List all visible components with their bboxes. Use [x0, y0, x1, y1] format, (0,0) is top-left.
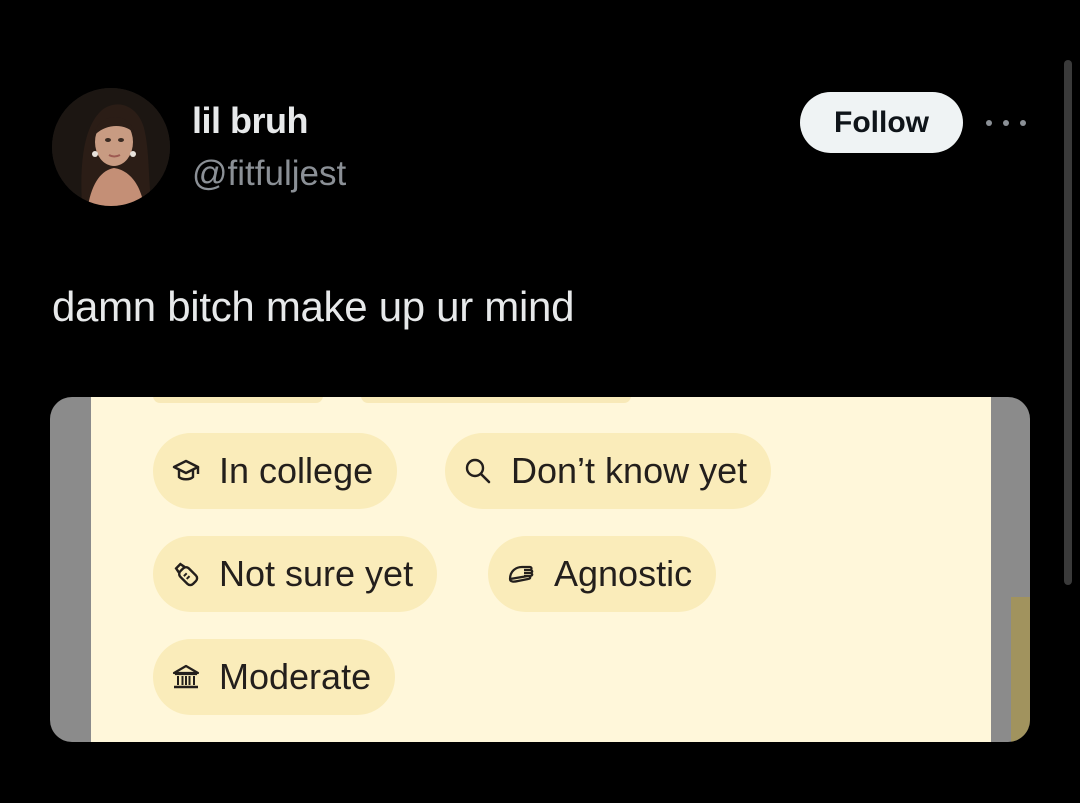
magnifier-icon — [463, 456, 493, 486]
baby-bottle-icon — [171, 559, 201, 589]
avatar-photo — [52, 88, 170, 206]
cut-off-chip — [361, 397, 631, 403]
scrollbar[interactable] — [1064, 60, 1072, 585]
chip-looking-for: Don’t know yet — [445, 433, 772, 509]
dot — [1003, 120, 1009, 126]
post-text: damn bitch make up ur mind — [52, 283, 575, 330]
more-options-icon[interactable] — [986, 108, 1026, 138]
adjacent-card-edge — [1011, 597, 1030, 742]
chip-label: Don’t know yet — [511, 450, 748, 491]
chip-label: Agnostic — [554, 553, 693, 594]
chip-label: In college — [219, 450, 374, 491]
avatar[interactable] — [52, 88, 170, 206]
follow-button[interactable]: Follow — [800, 92, 963, 153]
chip-label: Moderate — [219, 656, 372, 697]
dot — [986, 120, 992, 126]
government-building-icon — [171, 662, 201, 692]
tweet-view: lil bruh @fitfuljest Follow damn bitch m… — [0, 0, 1080, 803]
praying-hands-icon — [506, 559, 536, 589]
display-name[interactable]: lil bruh — [192, 100, 309, 142]
chip-politics: Moderate — [153, 639, 396, 715]
dot — [1020, 120, 1026, 126]
chip-family-plans: Not sure yet — [153, 536, 438, 612]
profile-screenshot: In college Don’t know yet Not sure yet A… — [91, 397, 991, 742]
user-handle[interactable]: @fitfuljest — [192, 154, 346, 194]
chip-label: Not sure yet — [219, 553, 414, 594]
post-media[interactable]: In college Don’t know yet Not sure yet A… — [50, 397, 1030, 742]
chip-education: In college — [153, 433, 398, 509]
graduation-cap-icon — [171, 456, 201, 486]
cut-off-chip — [153, 397, 323, 403]
chip-religion: Agnostic — [488, 536, 717, 612]
